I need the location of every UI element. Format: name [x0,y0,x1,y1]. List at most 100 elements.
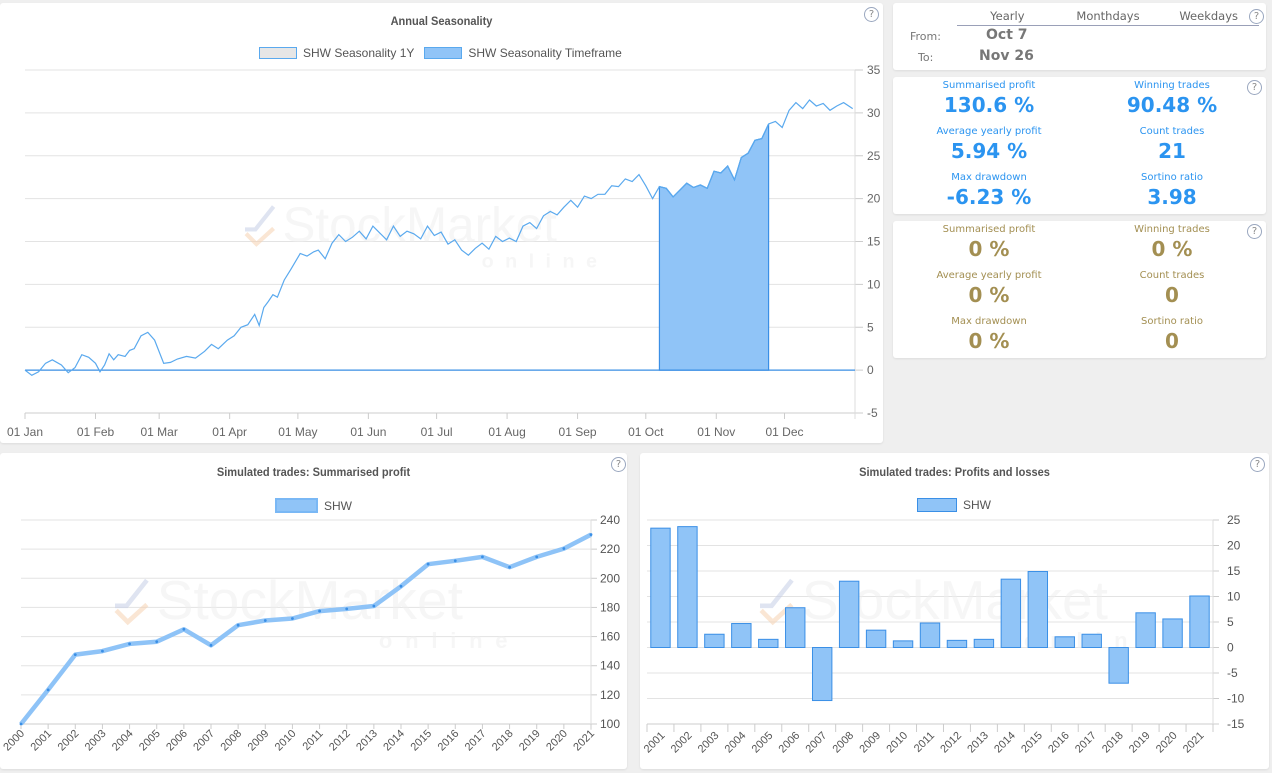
stat-max-drawdown: Max drawdown 0 % [951,316,1027,353]
x-tick-label: 2003 [696,730,722,756]
data-point [318,609,321,613]
x-tick-label: 2005 [750,730,776,756]
bar [1189,595,1210,649]
x-tick-label: 2009 [246,728,272,754]
bar [1135,612,1156,649]
bar [677,526,698,648]
x-tick-label: 2012 [938,730,964,756]
x-tick-label: 01 May [278,425,317,439]
y-tick-label: 5 [867,320,874,334]
data-point [73,653,77,657]
y-tick-label: 15 [1227,564,1241,578]
tab-yearly[interactable]: Yearly [957,9,1058,25]
y-tick-label: 180 [600,600,620,614]
watermark-subtext: online [482,250,609,272]
y-tick-label: 0 [867,363,874,377]
tab-monthdays[interactable]: Monthdays [1058,9,1159,25]
y-tick-label: 240 [600,513,620,527]
x-tick-label: 2008 [218,728,244,754]
data-point [236,623,240,627]
x-tick-label: 01 Jun [350,425,386,439]
y-tick-label: 120 [600,688,620,702]
data-point [345,607,349,611]
seasonality-timeframe-area [658,123,770,371]
x-tick-label: 2021 [571,728,597,754]
to-label: To: [918,51,934,64]
watermark-check-icon [245,205,276,232]
y-tick-label: 160 [600,630,620,644]
y-tick-label: 220 [600,542,620,556]
x-tick-label: 2002 [56,728,82,754]
bar [946,639,968,649]
x-tick-label: 2000 [1,728,27,754]
y-tick-label: 20 [1227,539,1241,553]
x-tick-label: 2004 [723,730,749,756]
bar [811,647,833,702]
bar [1162,618,1183,649]
y-tick-label: 0 [1227,641,1234,655]
timeframe-panel: Yearly Monthdays Weekdays ? From: Oct 7 … [893,3,1266,70]
y-tick-label: 35 [867,63,881,77]
bar [892,640,914,648]
stats-primary-panel: ? Summarised profit 130.6 % Winning trad… [893,77,1266,214]
x-tick-label: 2014 [381,728,407,754]
x-tick-label: 2020 [544,728,570,754]
bar [1000,578,1022,648]
x-tick-label: 2013 [354,728,380,754]
watermark-check-icon [115,578,149,609]
y-tick-label: 140 [600,659,620,673]
help-icon[interactable]: ? [1249,9,1264,24]
x-tick-label: 2006 [777,730,803,756]
y-tick-label: -10 [1227,692,1245,706]
x-tick-label: 2005 [137,728,163,754]
x-tick-label: 2011 [912,730,937,755]
from-value[interactable]: Oct 7 [986,27,1028,43]
x-tick-label: 2007 [804,730,830,756]
annual-seasonality-panel: Annual Seasonality ? SHW Seasonality 1Y … [0,3,883,443]
tab-weekdays[interactable]: Weekdays [1158,9,1259,25]
x-tick-label: 01 Oct [628,425,664,439]
data-point [209,643,213,647]
x-tick-label: 2015 [408,728,434,754]
x-tick-label: 01 Dec [765,425,803,439]
y-tick-label: 100 [600,717,620,731]
watermark-check-icon [760,578,794,609]
stat-count-trades: Count trades 0 [1139,270,1205,307]
bar [919,622,941,649]
x-tick-label: 2009 [857,730,883,756]
bar [1081,633,1102,649]
watermark: StockMarketonline [244,197,609,272]
bar [838,580,860,648]
bar [1108,647,1129,684]
annual-seasonality-chart: 35 30 25 20 15 10 5 0 -5 01 Jan 01 Feb 01 Mar 01 Apr… [7,63,881,439]
watermark-text: StockMarket [157,569,463,631]
x-tick-label: 2010 [273,728,299,754]
data-point [46,688,50,692]
data-point [453,559,457,563]
data-point [19,722,23,726]
stat-sortino-ratio: Sortino ratio 3.98 [1141,172,1203,209]
to-value[interactable]: Nov 26 [979,48,1034,64]
data-point [372,604,376,608]
x-tick-label: 2016 [1046,730,1072,756]
x-tick-label: 2015 [1019,730,1045,756]
x-tick-label: 2010 [884,730,910,756]
x-tick-label: 2008 [830,730,856,756]
bar [650,527,671,648]
stat-sortino-ratio: Sortino ratio 0 [1141,316,1203,353]
x-tick-label: 01 Nov [697,425,735,439]
y-tick-label: 25 [1227,513,1241,527]
stat-summarised-profit: Summarised profit 0 % [942,224,1036,261]
summarised-profit-chart: 240 220 200 180 160 140 120 100 2000 2001 2002 2003… [1,513,620,754]
bar [1027,571,1049,648]
data-point [426,562,430,566]
y-tick-label: -5 [1227,666,1238,680]
y-tick-label: 30 [867,106,881,120]
y-tick-label: 25 [867,149,881,163]
x-tick-label: 2019 [517,728,543,754]
bar [731,623,752,648]
data-point [128,642,131,646]
x-tick-label: 2014 [992,730,1018,756]
x-tick-label: 2012 [327,728,353,754]
x-tick-label: 2019 [1127,730,1153,756]
